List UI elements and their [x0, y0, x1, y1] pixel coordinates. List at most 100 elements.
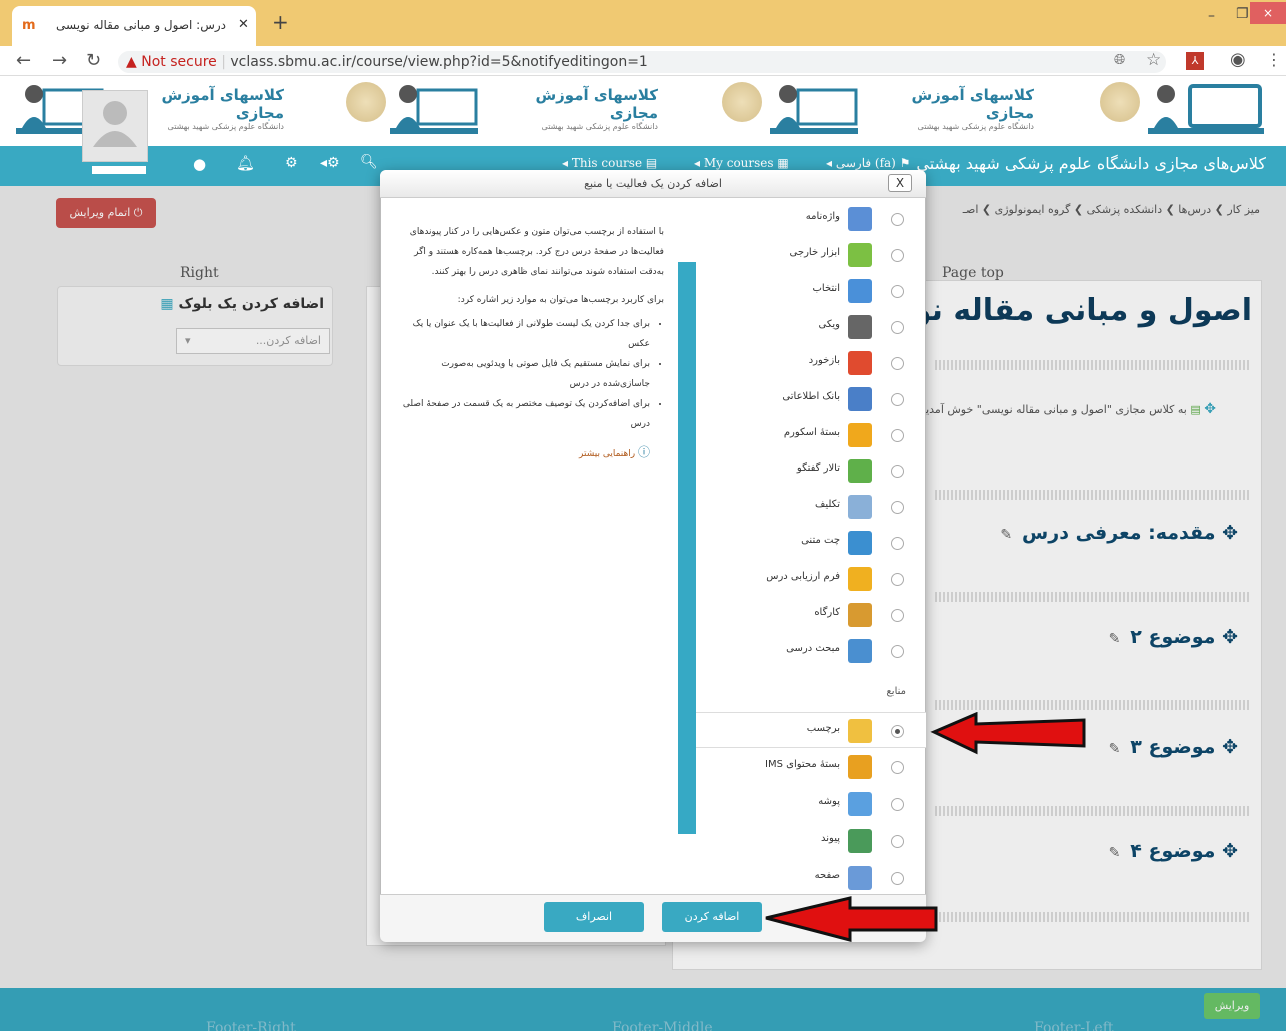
option-radio[interactable] — [891, 798, 904, 811]
activity-option[interactable]: بازخورد — [696, 345, 926, 381]
option-radio[interactable] — [891, 835, 904, 848]
activity-option[interactable]: ابزار خارجی — [696, 237, 926, 273]
activity-option[interactable]: برچسب — [696, 712, 926, 748]
option-label: کارگاه — [814, 607, 840, 618]
option-radio[interactable] — [891, 393, 904, 406]
option-label: واژه‌نامه — [805, 211, 840, 222]
option-radio[interactable] — [891, 609, 904, 622]
username-bar[interactable] — [92, 166, 146, 174]
activity-option[interactable]: انتخاب — [696, 273, 926, 309]
nav-language[interactable]: ◂ فارسی (fa) ⚑ — [826, 156, 910, 170]
dialog-title: اضافه کردن یک فعالیت یا منبع — [380, 170, 926, 198]
back-icon[interactable]: ← — [16, 50, 31, 71]
option-radio[interactable] — [891, 761, 904, 774]
option-radio[interactable] — [891, 213, 904, 226]
more-help-link[interactable]: راهنمایی بیشتر — [579, 449, 635, 459]
activity-option[interactable]: مبحث درسی — [696, 633, 926, 669]
survey-icon — [848, 567, 872, 591]
maximize-icon[interactable]: ❐ — [1236, 6, 1249, 22]
moodle-favicon-icon: m — [22, 18, 36, 33]
activity-option[interactable]: صفحه — [696, 860, 926, 894]
option-radio[interactable] — [891, 872, 904, 885]
admin-gear-icon[interactable]: ◂⚙ — [320, 155, 340, 171]
activity-option[interactable]: چت متنی — [696, 525, 926, 561]
dialog-close-button[interactable]: X — [888, 174, 912, 192]
new-tab-button[interactable]: + — [272, 10, 289, 34]
option-label: بستهٔ اسکورم — [783, 427, 840, 438]
workshop-icon — [848, 603, 872, 627]
option-radio[interactable] — [891, 285, 904, 298]
activity-option[interactable]: بانک اطلاعاتی — [696, 381, 926, 417]
option-radio[interactable] — [891, 429, 904, 442]
nav-my-courses[interactable]: ◂ My courses ▦ — [694, 156, 789, 170]
chat-icon — [848, 531, 872, 555]
info-icon: ⓘ — [637, 445, 650, 459]
bookmark-star-icon[interactable]: ☆ — [1146, 50, 1161, 70]
annotation-arrow-icon — [930, 712, 1086, 755]
university-seal-icon — [346, 82, 386, 122]
activity-option[interactable]: بستهٔ اسکورم — [696, 417, 926, 453]
reload-icon[interactable]: ↻ — [86, 50, 101, 71]
activity-option[interactable]: تکلیف — [696, 489, 926, 525]
option-label: برچسب — [806, 723, 840, 734]
activity-option[interactable]: پیوند — [696, 823, 926, 859]
avatar[interactable] — [82, 90, 148, 162]
option-label: تالار گفتگو — [796, 463, 840, 474]
url-bar[interactable]: ▲ Not secure | vclass.sbmu.ac.ir/course/… — [118, 51, 1166, 73]
folder-icon — [848, 792, 872, 816]
settings-gear-icon[interactable]: ⚙ — [285, 155, 298, 171]
browser-tab[interactable]: m درس: اصول و مبانی مقاله نویسی ✕ — [12, 6, 256, 46]
options-scrollbar[interactable] — [678, 262, 696, 834]
nav-this-course[interactable]: ◂ This course ▤ — [562, 156, 657, 170]
banner-logo-text: کلاسهای آموزش مجازی دانشگاه علوم پزشکی شه… — [535, 86, 658, 131]
activity-option[interactable]: کارگاه — [696, 597, 926, 633]
pdf-extension-icon[interactable]: ⅄ — [1186, 52, 1204, 70]
tab-title: درس: اصول و مبانی مقاله نویسی — [56, 18, 227, 32]
option-radio[interactable] — [891, 465, 904, 478]
option-label: صفحه — [814, 870, 840, 881]
menu-icon[interactable]: ⋮ — [1266, 50, 1282, 69]
option-radio[interactable] — [891, 249, 904, 262]
option-label: بانک اطلاعاتی — [782, 391, 840, 402]
activity-option[interactable]: فرم ارزیابی درس — [696, 561, 926, 597]
option-radio[interactable] — [891, 501, 904, 514]
messages-icon[interactable]: ● — [193, 155, 206, 173]
activity-option[interactable]: پوشه — [696, 786, 926, 822]
option-radio[interactable] — [891, 321, 904, 334]
banner-logo-text: کلاسهای آموزش مجازی دانشگاه علوم پزشکی شه… — [161, 86, 284, 131]
option-label: انتخاب — [812, 283, 841, 294]
activity-option[interactable]: تالار گفتگو — [696, 453, 926, 489]
activity-options-list[interactable]: واژه‌نامه ابزار خارجی انتخاب ویکی بازخورد بان… — [696, 200, 926, 894]
option-radio[interactable] — [891, 357, 904, 370]
package-icon — [848, 423, 872, 447]
activity-option[interactable]: ویکی — [696, 309, 926, 345]
activity-option[interactable]: بستهٔ محتوای IMS — [696, 749, 926, 785]
option-label: بستهٔ محتوای IMS — [765, 759, 840, 770]
option-label: تکلیف — [815, 499, 840, 510]
activity-option[interactable]: واژه‌نامه — [696, 201, 926, 237]
option-radio[interactable] — [891, 573, 904, 586]
close-tab-icon[interactable]: ✕ — [238, 17, 249, 32]
option-radio[interactable] — [891, 725, 904, 738]
resources-heading: منابع — [886, 686, 906, 697]
megaphone-icon — [848, 351, 872, 375]
add-button[interactable]: اضافه کردن — [662, 902, 762, 932]
site-title[interactable]: کلاس‌های مجازی دانشگاه علوم پزشکی شهید ب… — [916, 154, 1266, 173]
translate-icon[interactable]: 🌐︎ — [1114, 52, 1125, 68]
minimize-icon[interactable]: – — [1208, 8, 1215, 24]
university-seal-icon — [722, 82, 762, 122]
help-panel: با استفاده از برچسب می‌توان متون و عکس‌ه… — [392, 222, 664, 464]
close-window-icon[interactable]: × — [1250, 2, 1286, 24]
notifications-bell-icon[interactable]: 🔔︎ — [236, 154, 255, 172]
option-radio[interactable] — [891, 645, 904, 658]
option-radio[interactable] — [891, 537, 904, 550]
warning-icon: ▲ — [126, 54, 137, 70]
cancel-button[interactable]: انصراف — [544, 902, 644, 932]
database-icon — [848, 387, 872, 411]
forward-icon[interactable]: → — [52, 50, 67, 71]
option-label: مبحث درسی — [786, 643, 840, 654]
help-use-item: برای جدا کردن یک لیست طولانی از فعالیت‌ه… — [392, 314, 650, 354]
forum-icon — [848, 459, 872, 483]
profile-icon[interactable]: ◉ — [1230, 49, 1246, 70]
search-icon[interactable]: 🔍︎ — [360, 154, 378, 170]
